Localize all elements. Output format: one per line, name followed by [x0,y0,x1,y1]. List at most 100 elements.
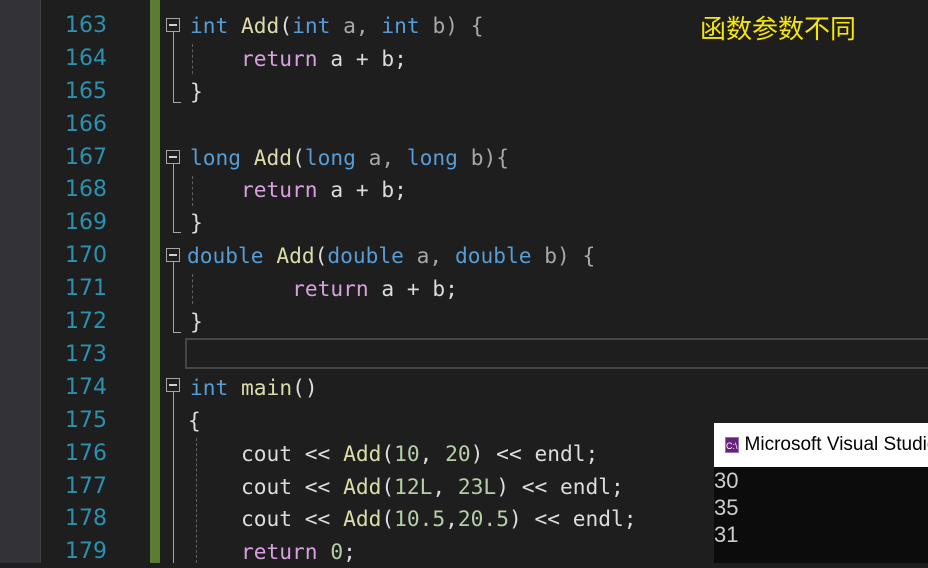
line-number: 166 [65,111,107,137]
code-token: a, [403,243,455,269]
outline-line [173,32,174,102]
code-text: return a + b; [190,173,407,206]
code-text: cout << Add(12L, 23L) << endl; [190,470,624,503]
code-token: 10.5 [394,506,446,532]
code-text: } [190,305,203,338]
debug-console-window[interactable]: C:\ Microsoft Visual Studio Debug Consol… [714,423,928,563]
outline-line [173,262,174,332]
outline-line [173,392,174,563]
code-token: ) << endl; [508,506,637,532]
code-token: } [190,309,203,334]
code-token: long [190,144,242,170]
line-number: 167 [65,144,107,170]
code-line[interactable]: 170 double Add(double a, double b) { [0,239,928,272]
code-token: ( [279,12,293,38]
code-token: 23L [457,473,497,499]
code-line[interactable]: 166 [0,108,928,141]
code-token: 20 [445,440,471,466]
code-text: return a + b; [190,42,407,75]
code-text: cout << Add(10.5,20.5) << endl; [190,502,637,535]
output-line: 35 [714,495,739,520]
code-token: cout << [190,506,344,532]
code-token: double [187,243,264,269]
code-token: 20.5 [457,506,509,532]
code-token: main [241,374,293,400]
code-line[interactable]: 173 [0,338,928,371]
code-text: { [188,404,201,437]
code-token: } [190,210,203,236]
code-line[interactable]: 165} [0,75,928,108]
outline-end [173,102,181,103]
code-token: ( [381,473,395,499]
line-number: 169 [65,210,107,236]
code-token: Add [253,144,293,170]
line-number: 170 [65,243,107,269]
line-number: 179 [65,539,107,565]
indent-guide [196,438,197,563]
annotation-text: 函数参数不同 [700,15,857,45]
line-number: 176 [65,440,107,466]
code-token: a + b; [317,45,407,71]
code-token: return [292,276,369,302]
collapse-icon[interactable] [166,18,180,32]
code-line[interactable]: 169} [0,206,928,239]
code-token: Add [343,506,382,532]
code-token: b){ [457,144,509,170]
code-line[interactable]: 171 return a + b; [0,272,928,305]
line-number: 173 [65,341,107,367]
code-token: () [292,374,318,400]
console-output: 30 35 31 [714,467,928,548]
code-token: 0 [330,539,344,565]
code-line[interactable]: 168 return a + b; [0,173,928,206]
outline-line [173,164,174,232]
console-title: Microsoft Visual Studio Debug Console [744,434,928,455]
code-text: } [190,75,203,108]
code-text: return 0; [190,535,356,568]
code-token: ; [343,539,356,565]
code-text: cout << Add(10, 20) << endl; [190,437,598,470]
indent-guide [192,44,193,74]
code-token: Add [343,440,382,466]
code-line[interactable]: 167 long Add(long a, long b){ [0,141,928,174]
code-token: Add [276,243,315,269]
collapse-icon[interactable] [166,378,180,392]
code-text: return a + b; [190,272,458,305]
code-text: long Add(long a, long b){ [190,141,509,174]
code-token: long [304,144,356,170]
line-number: 178 [65,506,107,532]
indent-guide [192,274,193,304]
code-token: a, [330,12,382,38]
code-token: ) << endl; [470,440,599,466]
code-line[interactable]: 164 return a + b; [0,42,928,75]
line-number: 163 [65,12,107,38]
console-title-bar[interactable]: C:\ Microsoft Visual Studio Debug Consol… [714,423,928,467]
code-line[interactable]: 172} [0,305,928,338]
console-icon: C:\ [725,437,739,453]
line-number: 171 [65,276,107,302]
code-line[interactable]: 162 [0,0,928,9]
code-token: b) { [419,12,484,38]
code-text: int Add(int a, int b) { [190,9,483,42]
line-number: 162 [41,0,107,9]
code-token: long [406,144,458,170]
code-token: ( [381,440,395,466]
indent-guide [192,176,193,206]
collapse-icon[interactable] [166,150,180,164]
code-token: } [190,78,203,104]
code-line[interactable]: 174 int main() [0,371,928,404]
code-token: ) << endl; [496,473,624,499]
code-token: double [327,243,404,269]
code-token: int [190,12,229,38]
code-token: , [445,506,458,532]
collapse-icon[interactable] [166,248,180,262]
code-token: cout << [190,440,344,466]
code-token: { [188,407,201,433]
code-token: ( [292,144,305,170]
code-token: Add [241,12,280,38]
